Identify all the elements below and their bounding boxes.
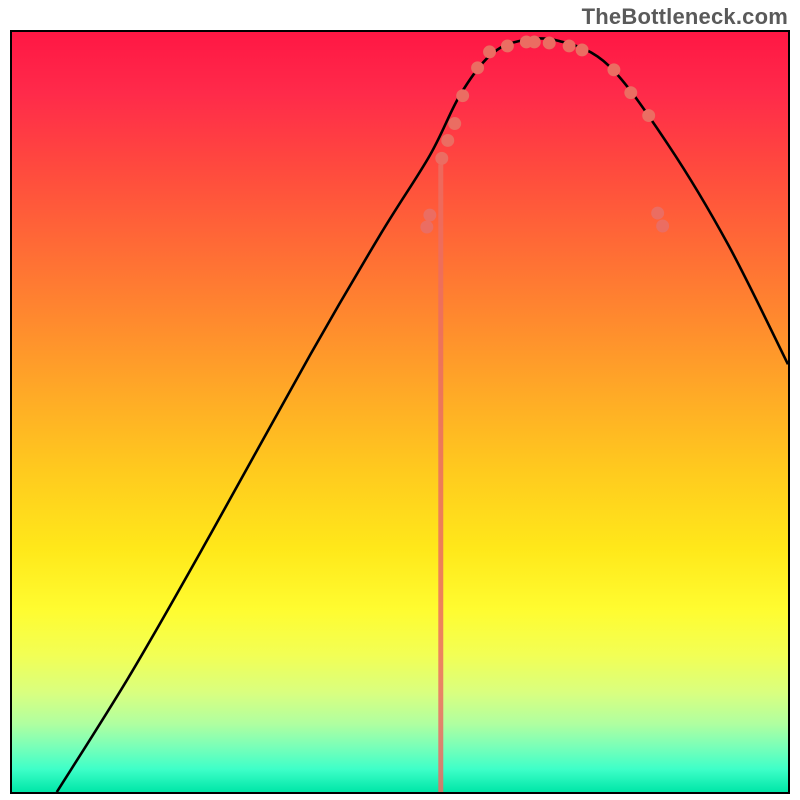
chart-svg	[12, 32, 788, 792]
data-point	[576, 43, 589, 56]
chart-content	[57, 35, 788, 792]
data-point	[456, 89, 469, 102]
data-point	[501, 39, 514, 52]
data-point	[563, 39, 576, 52]
data-point	[607, 63, 620, 76]
data-point	[423, 209, 436, 222]
watermark-text: TheBottleneck.com	[582, 4, 788, 30]
data-point	[471, 61, 484, 74]
data-point	[543, 36, 556, 49]
data-point	[642, 109, 655, 122]
scatter-points	[420, 35, 669, 233]
marker-bar	[438, 164, 443, 792]
chart-frame	[10, 30, 790, 794]
data-point	[624, 86, 637, 99]
data-point	[435, 152, 448, 165]
data-point	[528, 35, 541, 48]
data-point	[483, 45, 496, 58]
data-point	[441, 134, 454, 147]
bottleneck-curve	[57, 38, 788, 792]
data-point	[656, 220, 669, 233]
data-point	[651, 207, 664, 220]
data-point	[448, 117, 461, 130]
data-point	[420, 221, 433, 234]
